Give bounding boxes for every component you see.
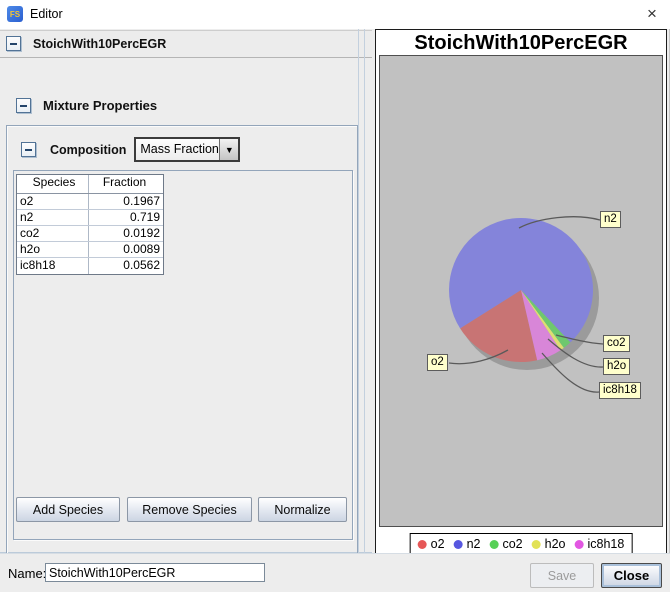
species-cell[interactable]: co2: [17, 226, 89, 241]
legend-label: ic8h18: [587, 537, 625, 551]
fraction-cell[interactable]: 0.0089: [89, 242, 163, 257]
legend-label: co2: [502, 537, 523, 551]
scrollpane-border: [364, 29, 365, 553]
table-row[interactable]: co2 0.0192: [17, 226, 163, 242]
legend-label: o2: [430, 537, 445, 551]
close-button[interactable]: Close: [601, 563, 662, 588]
footer-bar: Name: Save Close: [0, 553, 670, 592]
section-title: StoichWith10PercEGR: [33, 37, 167, 51]
collapse-minus-icon[interactable]: [6, 36, 21, 51]
fraction-cell[interactable]: 0.0562: [89, 258, 163, 274]
section-header: StoichWith10PercEGR: [0, 30, 372, 58]
legend-swatch-icon: [531, 539, 541, 549]
editor-window: FS Editor × StoichWith10PercEGR Mixture …: [0, 0, 670, 592]
combobox-value: Mass Fraction: [136, 139, 220, 160]
legend-swatch-icon: [453, 539, 463, 549]
composition-content-box: Species Fraction o2 0.1967 n2 0.719 co2 …: [13, 170, 353, 540]
fraction-cell[interactable]: 0.0192: [89, 226, 163, 241]
legend-label: h2o: [544, 537, 566, 551]
composition-label: Composition: [50, 142, 127, 157]
pie-label-h2o: h2o: [603, 358, 631, 375]
legend-label: n2: [466, 537, 481, 551]
legend-item: o2: [417, 537, 445, 551]
table-header-species: Species: [17, 175, 89, 193]
chart-title: StoichWith10PercEGR: [414, 32, 628, 54]
table-row[interactable]: h2o 0.0089: [17, 242, 163, 258]
table-header-row: Species Fraction: [17, 175, 163, 194]
table-row[interactable]: n2 0.719: [17, 210, 163, 226]
pie-label-co2: co2: [603, 335, 630, 352]
subsection-title: Mixture Properties: [43, 98, 158, 113]
add-species-button[interactable]: Add Species: [16, 497, 120, 522]
window-title: Editor: [30, 7, 63, 21]
table-row[interactable]: ic8h18 0.0562: [17, 258, 163, 274]
legend-swatch-icon: [417, 539, 427, 549]
pie-plot-area: o2 n2 co2 h2o ic8h18: [379, 55, 663, 527]
scrollpane-border: [358, 29, 359, 553]
legend-item: co2: [489, 537, 523, 551]
table-header-fraction: Fraction: [102, 175, 147, 189]
legend-swatch-icon: [574, 539, 584, 549]
chevron-down-icon[interactable]: ▼: [219, 139, 239, 160]
species-cell[interactable]: n2: [17, 210, 89, 225]
legend-item: n2: [453, 537, 481, 551]
pie-chart-svg: [448, 216, 604, 393]
species-cell[interactable]: o2: [17, 194, 89, 209]
legend-item: h2o: [531, 537, 566, 551]
species-cell[interactable]: ic8h18: [17, 258, 89, 274]
mass-fraction-combobox[interactable]: Mass Fraction ▼: [134, 137, 241, 162]
species-cell[interactable]: h2o: [17, 242, 89, 257]
close-icon[interactable]: ×: [642, 4, 662, 24]
fraction-cell[interactable]: 0.719: [89, 210, 163, 225]
species-table: Species Fraction o2 0.1967 n2 0.719 co2 …: [16, 174, 164, 275]
pie-label-ic8h18: ic8h18: [599, 382, 641, 399]
normalize-button[interactable]: Normalize: [258, 497, 347, 522]
mixture-properties-header: Mixture Properties: [16, 98, 157, 113]
save-button[interactable]: Save: [530, 563, 594, 588]
composition-row: Composition Mass Fraction ▼: [21, 137, 241, 162]
legend-swatch-icon: [489, 539, 499, 549]
app-logo-icon: FS: [7, 6, 23, 22]
remove-species-button[interactable]: Remove Species: [127, 497, 252, 522]
name-input[interactable]: [45, 563, 265, 582]
collapse-minus-icon[interactable]: [21, 142, 36, 157]
pie-label-n2: n2: [600, 211, 621, 228]
pie-label-o2: o2: [427, 354, 448, 371]
table-row[interactable]: o2 0.1967: [17, 194, 163, 210]
chart-legend: o2 n2 co2 h2o ic8h18: [409, 533, 633, 555]
chart-panel: StoichWith10PercEGR o2 n2 co2 h2o ic8h18 o2 …: [375, 29, 667, 557]
collapse-minus-icon[interactable]: [16, 98, 31, 113]
fraction-cell[interactable]: 0.1967: [89, 194, 163, 209]
properties-panel: StoichWith10PercEGR Mixture Properties C…: [0, 29, 372, 557]
name-label: Name:: [8, 566, 47, 581]
window-titlebar: FS Editor ×: [0, 0, 670, 29]
legend-item: ic8h18: [574, 537, 624, 551]
mixture-properties-groupbox: Composition Mass Fraction ▼ Species Frac…: [6, 125, 358, 557]
